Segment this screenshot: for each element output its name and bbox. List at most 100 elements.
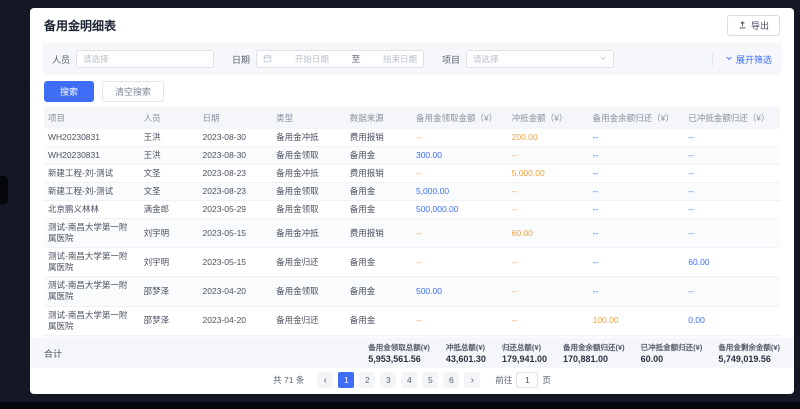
table-row[interactable]: 测试-南昌大学第一附属医院邵梦泽2023-04-20备用金领取备用金500.00… — [44, 277, 780, 306]
person-select[interactable]: 请选择 — [76, 50, 214, 68]
column-header: 备用金领取金额（¥） — [412, 107, 508, 129]
project-cell: 北京鹏义林林 — [44, 201, 140, 219]
person-cell: 王洪 — [140, 147, 199, 165]
page-button-4[interactable]: 4 — [401, 372, 417, 388]
table-row[interactable]: 测试-南昌大学第一附属医院刘宇明2023-05-15备用金冲抵费用报销--60.… — [44, 219, 780, 248]
table-row[interactable]: WH20230831王洪2023-08-30备用金冲抵费用报销--200.00-… — [44, 129, 780, 147]
page-button-6[interactable]: 6 — [443, 372, 459, 388]
filter-bar: 人员 请选择 日期 开始日期 至 结束日期 项目 请选择 — [42, 43, 782, 75]
table-row[interactable]: 新建工程-刘-测试文圣2023-08-23备用金冲抵费用报销--5,000.00… — [44, 165, 780, 183]
chevron-right-icon[interactable]: › — [464, 372, 480, 388]
goto-page: 前往 1 页 — [495, 372, 551, 388]
project-cell: 测试-南昌大学第一附属医院 — [44, 277, 140, 306]
export-button[interactable]: 导出 — [727, 15, 780, 36]
page-button-2[interactable]: 2 — [359, 372, 375, 388]
petty-cash-table: 项目人员日期类型数据来源备用金领取金额（¥）冲抵金额（¥）备用金余额归还（¥）已… — [44, 107, 780, 338]
total-item: 已冲抵金额归还(¥)60.00 — [641, 342, 703, 364]
type-cell: 备用金领取 — [272, 277, 346, 306]
table-header-row: 项目人员日期类型数据来源备用金领取金额（¥）冲抵金额（¥）备用金余额归还（¥）已… — [44, 107, 780, 129]
amount-cell: -- — [508, 201, 589, 219]
amount-cell: -- — [589, 248, 685, 277]
amount-cell: 0.00 — [684, 306, 780, 335]
page-button-3[interactable]: 3 — [380, 372, 396, 388]
panel-header: 备用金明细表 导出 — [30, 8, 794, 41]
amount-cell: -- — [412, 248, 508, 277]
search-button[interactable]: 搜索 — [44, 81, 94, 102]
amount-cell: -- — [589, 201, 685, 219]
amount-cell: 200.00 — [508, 129, 589, 147]
project-filter: 项目 请选择 — [442, 50, 614, 68]
table-row[interactable]: WH20230831王洪2023-08-30备用金领取备用金300.00----… — [44, 147, 780, 165]
date-cell: 2023-05-15 — [199, 248, 273, 277]
amount-cell: -- — [684, 147, 780, 165]
total-item-label: 归还总额(¥) — [502, 342, 547, 353]
person-cell: 王洪 — [140, 129, 199, 147]
table-row[interactable]: 北京鹏义林林满金郎2023-05-29备用金领取备用金500,000.00---… — [44, 201, 780, 219]
amount-cell: -- — [508, 147, 589, 165]
chevron-left-icon[interactable]: ‹ — [317, 372, 333, 388]
project-select-placeholder: 请选择 — [473, 53, 499, 65]
expand-filters-link[interactable]: 展开筛选 — [712, 53, 772, 66]
date-cell: 2023-08-23 — [199, 165, 273, 183]
person-cell: 满金郎 — [140, 201, 199, 219]
page-button-5[interactable]: 5 — [422, 372, 438, 388]
date-start-placeholder: 开始日期 — [295, 53, 329, 65]
type-cell: 备用金领取 — [272, 147, 346, 165]
amount-cell: 60.00 — [684, 248, 780, 277]
source-cell: 费用报销 — [346, 219, 412, 248]
amount-cell: 60.00 — [508, 219, 589, 248]
column-header: 类型 — [272, 107, 346, 129]
column-header: 日期 — [199, 107, 273, 129]
date-cell: 2023-05-15 — [199, 219, 273, 248]
petty-cash-detail-panel: 备用金明细表 导出 人员 请选择 日期 开始日期 至 结束日期 — [30, 8, 794, 394]
amount-cell: -- — [412, 306, 508, 335]
amount-cell: -- — [684, 183, 780, 201]
amount-cell: -- — [508, 183, 589, 201]
type-cell: 备用金领取 — [272, 183, 346, 201]
person-cell: 邵梦泽 — [140, 306, 199, 335]
date-cell: 2023-08-30 — [199, 147, 273, 165]
column-header: 已冲抵金额归还（¥） — [684, 107, 780, 129]
total-item-label: 备用金余额归还(¥) — [563, 342, 625, 353]
amount-cell: 100.00 — [589, 306, 685, 335]
total-item-value: 170,881.00 — [563, 354, 625, 364]
person-filter: 人员 请选择 — [52, 50, 214, 68]
amount-cell: -- — [412, 129, 508, 147]
column-header: 项目 — [44, 107, 140, 129]
source-cell: 费用报销 — [346, 129, 412, 147]
chevron-down-icon — [725, 54, 733, 64]
total-item-value: 5,953,561.56 — [368, 354, 430, 364]
chevron-down-icon — [599, 54, 607, 64]
sidebar-collapse-handle[interactable] — [0, 176, 8, 204]
project-select[interactable]: 请选择 — [466, 50, 614, 68]
date-cell: 2023-08-30 — [199, 129, 273, 147]
project-cell: 测试-南昌大学第一附属医院 — [44, 306, 140, 335]
page-button-1[interactable]: 1 — [338, 372, 354, 388]
project-cell: 测试-南昌大学第一附属医院 — [44, 219, 140, 248]
date-range-input[interactable]: 开始日期 至 结束日期 — [256, 50, 424, 68]
date-cell: 2023-04-20 — [199, 277, 273, 306]
amount-cell: -- — [508, 248, 589, 277]
goto-page-input[interactable]: 1 — [516, 372, 538, 388]
pagination-pages: 123456 — [338, 372, 459, 388]
amount-cell: 5,000.00 — [508, 165, 589, 183]
source-cell: 备用金 — [346, 306, 412, 335]
amount-cell: -- — [684, 165, 780, 183]
amount-cell: 5,000.00 — [412, 183, 508, 201]
source-cell: 备用金 — [346, 183, 412, 201]
project-cell: 测试-南昌大学第一附属医院 — [44, 248, 140, 277]
amount-cell: -- — [589, 219, 685, 248]
total-item: 备用金剩余金额(¥)5,749,019.56 — [718, 342, 780, 364]
table-row[interactable]: 测试-南昌大学第一附属医院邵梦泽2023-04-20备用金归还备用金----10… — [44, 306, 780, 335]
table-row[interactable]: 新建工程-刘-测试文圣2023-08-23备用金领取备用金5,000.00---… — [44, 183, 780, 201]
amount-cell: -- — [589, 147, 685, 165]
amount-cell: -- — [684, 219, 780, 248]
total-item: 冲抵总额(¥)43,601.30 — [446, 342, 486, 364]
date-cell: 2023-04-20 — [199, 306, 273, 335]
total-item-value: 43,601.30 — [446, 354, 486, 364]
person-cell: 邵梦泽 — [140, 277, 199, 306]
source-cell: 备用金 — [346, 201, 412, 219]
clear-search-button[interactable]: 清空搜索 — [102, 81, 164, 102]
date-end-placeholder: 结束日期 — [383, 53, 417, 65]
table-row[interactable]: 测试-南昌大学第一附属医院刘宇明2023-05-15备用金归还备用金------… — [44, 248, 780, 277]
